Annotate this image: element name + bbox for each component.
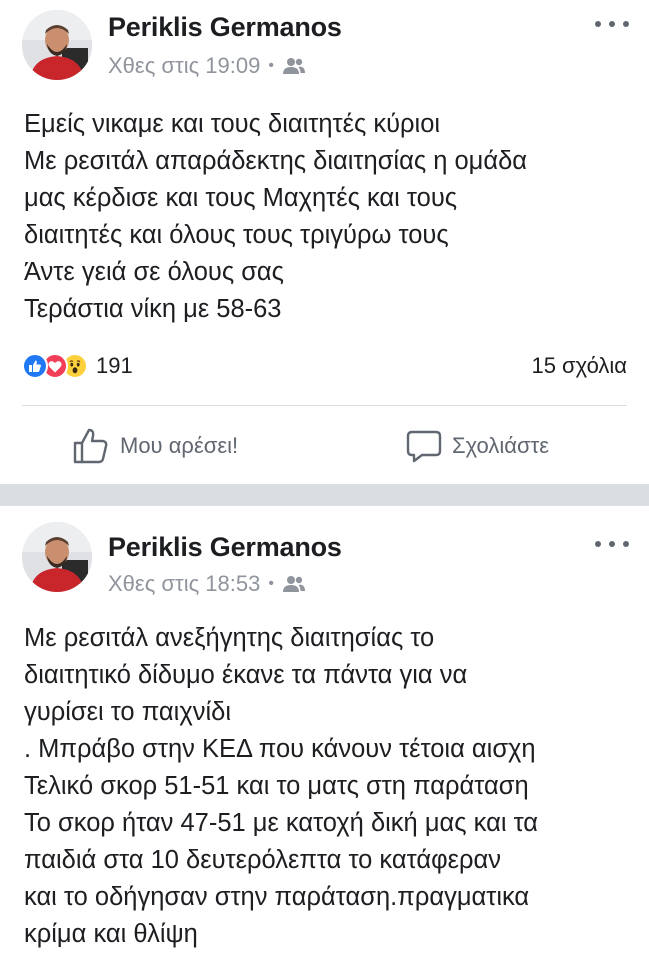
divider [22, 405, 627, 406]
friends-icon[interactable] [282, 575, 306, 593]
feed-post: Periklis Germanos Χθες στις 18:53 • Με ρ… [0, 506, 649, 960]
post-text-line: Τεράστια νίκη με 58-63 [24, 295, 282, 323]
profile-photo-icon [22, 522, 92, 592]
like-button-label: Μου αρέσει! [120, 433, 239, 458]
post-text-line: Το σκορ ήταν 47-51 με κατοχή δική μας κα… [24, 809, 539, 837]
comments-count-link[interactable]: 15 σχόλια [531, 351, 627, 381]
feed-separator [0, 484, 649, 506]
post-meta: Χθες στις 19:09 • [108, 51, 306, 81]
comment-button-label: Σχολιάστε [452, 433, 550, 458]
post-text: Με ρεσιτάλ ανεξήγητης διαιτησίας το διαι… [24, 620, 635, 953]
post-text-line: γυρίσει το παιχνίδι [24, 698, 232, 726]
post-text-line: Άντε γειά σε όλους σας [24, 258, 284, 286]
post-text-line: κρίμα και θλίψη [24, 920, 198, 948]
more-options-icon[interactable] [595, 534, 629, 554]
post-text-line: μας κέρδισε και τους Μαχητές και τους [24, 184, 458, 212]
avatar[interactable] [22, 522, 92, 592]
post-text-line: . Μπράβο στην ΚΕΔ που κάνουν τέτοια αισχ… [24, 735, 536, 763]
thumbs-up-icon [73, 428, 108, 464]
friends-icon[interactable] [282, 57, 306, 75]
post-meta: Χθες στις 18:53 • [108, 569, 306, 599]
feed-post: Periklis Germanos Χθες στις 19:09 • Εμεί… [0, 0, 649, 484]
post-timestamp[interactable]: Χθες στις 19:09 [108, 53, 260, 79]
profile-photo-icon [22, 10, 92, 80]
more-options-icon[interactable] [595, 14, 629, 34]
reaction-count: 191 [96, 353, 133, 378]
like-button[interactable]: Μου αρέσει! [72, 424, 238, 468]
post-author[interactable]: Periklis Germanos [108, 12, 342, 43]
post-text-line: Τελικό σκορ 51-51 και το ματς στη παράτα… [24, 772, 529, 800]
comment-bubble-icon [406, 430, 442, 463]
post-timestamp[interactable]: Χθες στις 18:53 [108, 571, 260, 597]
post-author[interactable]: Periklis Germanos [108, 532, 342, 563]
post-text-line: διαιτητικό δίδυμο έκανε τα πάντα για να [24, 661, 468, 689]
meta-separator: • [268, 57, 274, 74]
post-text-line: Εμείς νικαμε και τους διαιτητές κύριοι [24, 110, 441, 138]
meta-separator: • [268, 575, 274, 592]
post-text-line: Με ρεσιτάλ ανεξήγητης διαιτησίας το [24, 624, 435, 652]
post-text-line: και το οδήγησαν στην παράταση.πραγματικα [24, 883, 530, 911]
post-text-line: παιδιά στα 10 δευτερόλεπτα το κατάφεραν [24, 846, 501, 874]
post-text: Εμείς νικαμε και τους διαιτητές κύριοι Μ… [24, 106, 635, 328]
avatar[interactable] [22, 10, 92, 80]
post-text-line: διαιτητές και όλους τους τριγύρω τους [24, 221, 449, 249]
comment-button[interactable]: Σχολιάστε [406, 424, 549, 468]
reactions-summary[interactable]: 191 [22, 351, 133, 381]
like-reaction-icon [22, 353, 48, 379]
post-text-line: Με ρεσιτάλ απαράδεκτης διαιτησίας η ομάδ… [24, 147, 528, 175]
